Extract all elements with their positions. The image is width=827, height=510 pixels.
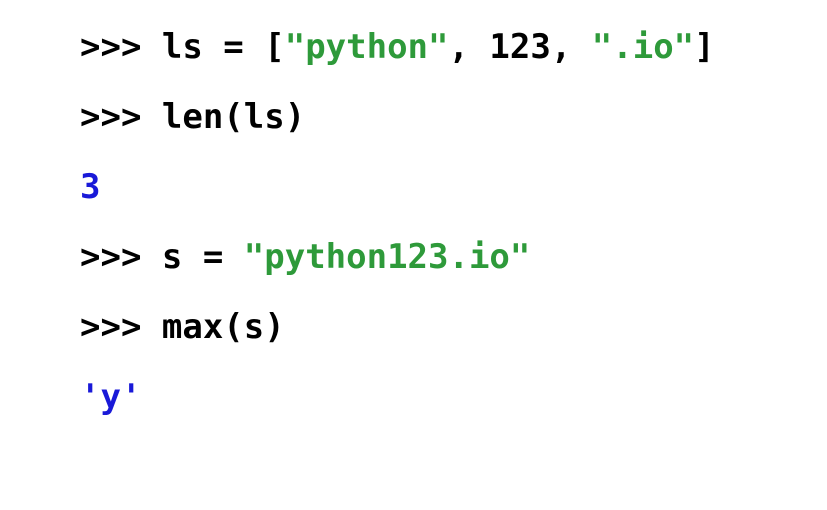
string-literal: ".io" — [592, 27, 694, 67]
code-segment: max(s) — [162, 307, 285, 347]
string-literal: "python" — [285, 27, 449, 67]
repl-line-1: >>> ls = ["python", 123, ".io"] — [80, 30, 827, 64]
repl-prompt: >>> — [80, 97, 162, 137]
output-string: 'y' — [80, 377, 141, 417]
output-number: 3 — [80, 167, 100, 207]
repl-output-2: 'y' — [80, 380, 827, 414]
repl-prompt: >>> — [80, 27, 162, 67]
code-segment: s = — [162, 237, 244, 277]
repl-line-2: >>> len(ls) — [80, 100, 827, 134]
repl-prompt: >>> — [80, 307, 162, 347]
code-segment: ] — [694, 27, 714, 67]
string-literal: "python123.io" — [244, 237, 531, 277]
code-segment: ls = [ — [162, 27, 285, 67]
code-segment: len(ls) — [162, 97, 305, 137]
repl-prompt: >>> — [80, 237, 162, 277]
repl-output-1: 3 — [80, 170, 827, 204]
repl-line-4: >>> max(s) — [80, 310, 827, 344]
code-segment: , 123, — [448, 27, 591, 67]
repl-line-3: >>> s = "python123.io" — [80, 240, 827, 274]
